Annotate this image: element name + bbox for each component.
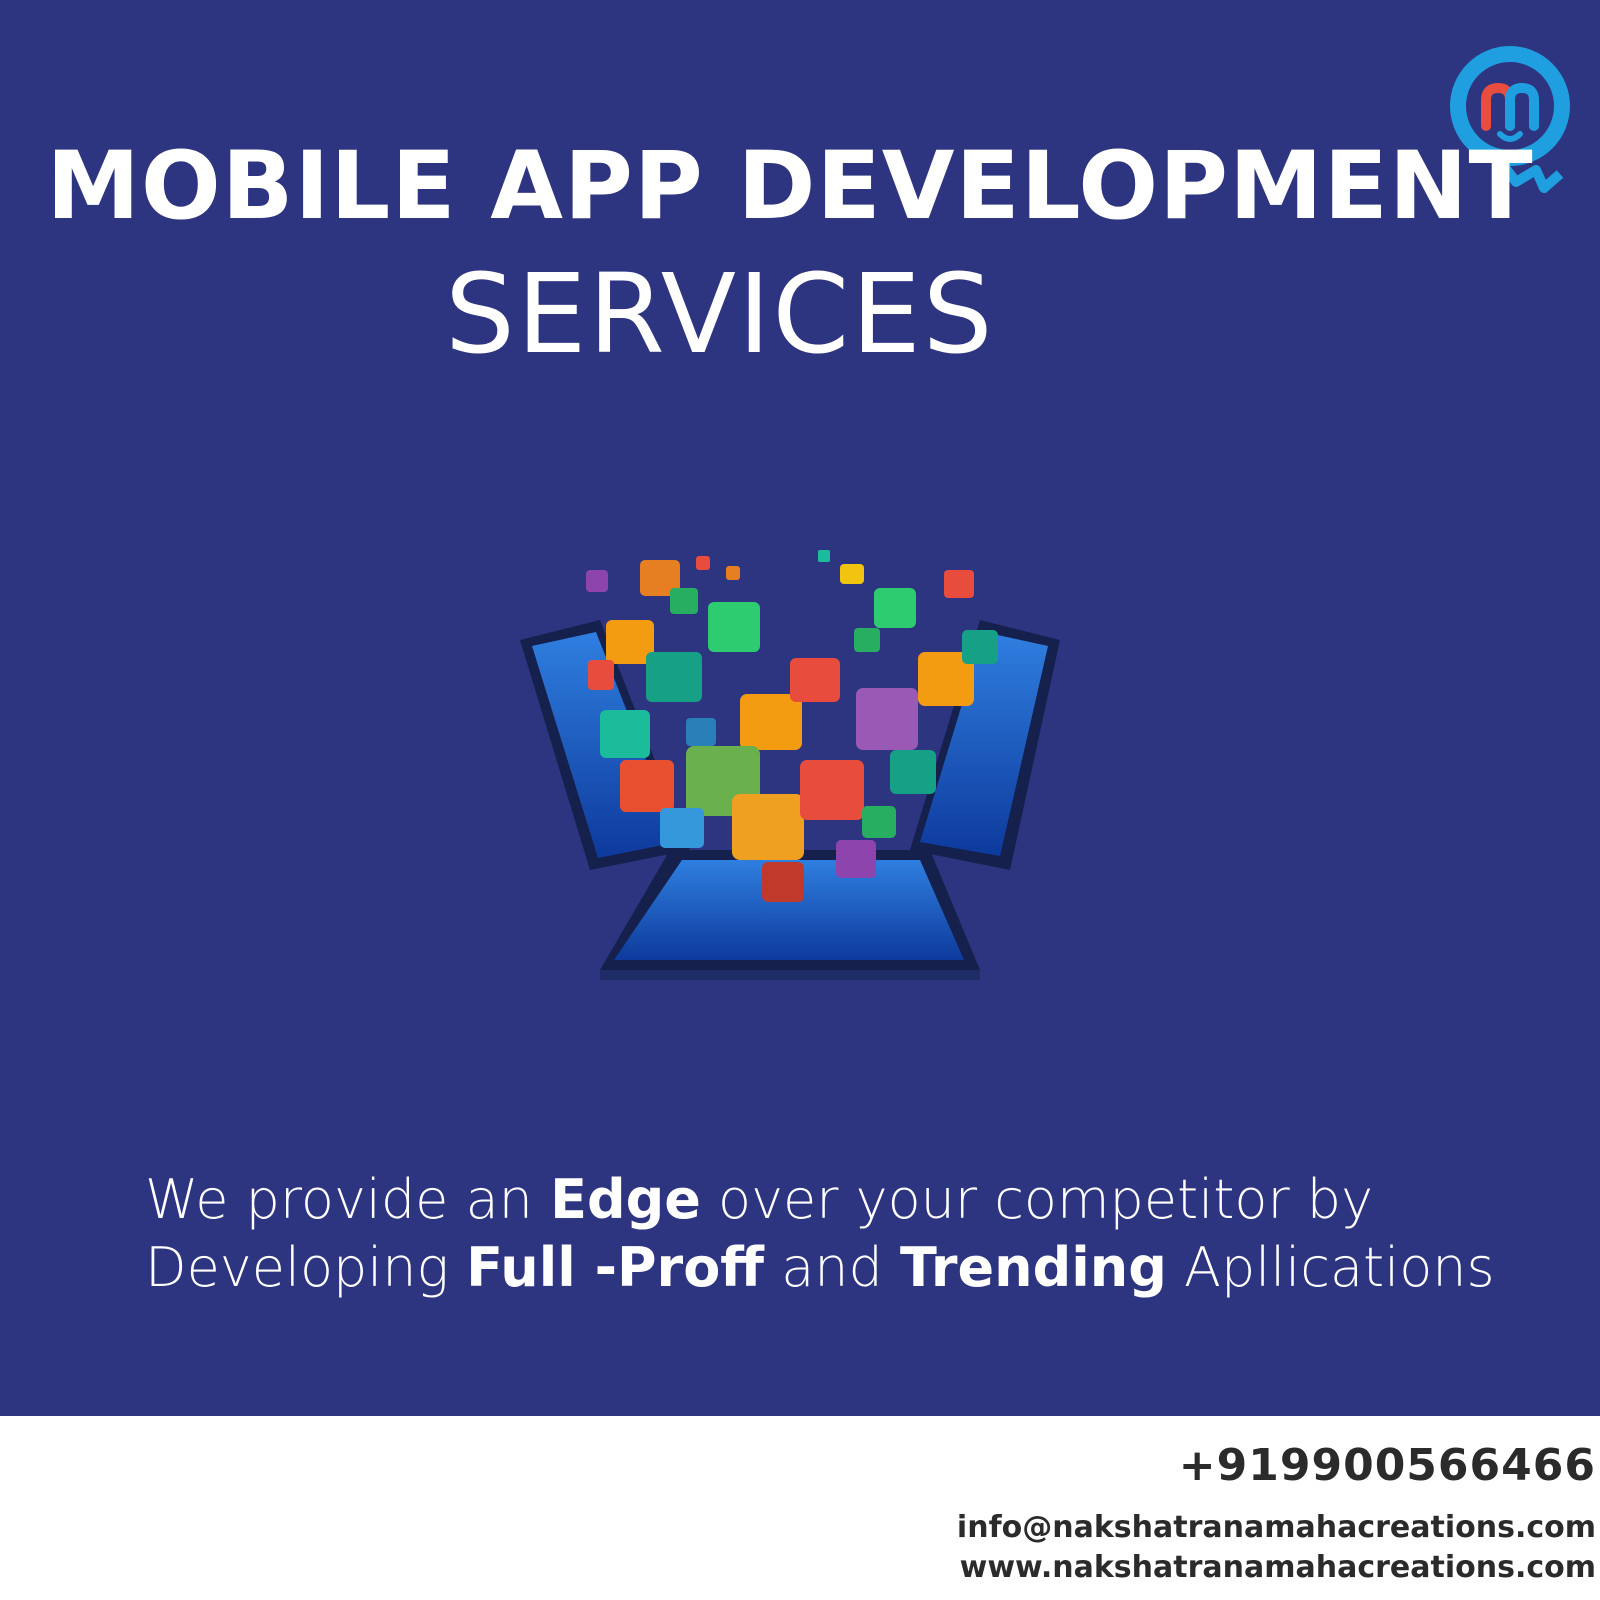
tagline-text: and (764, 1236, 900, 1299)
website-link[interactable]: www.nakshatranamahacreations.com (960, 1550, 1596, 1585)
tagline-text: Developing (145, 1236, 467, 1299)
tagline-line-2: Developing Full -Proff and Trending Apll… (145, 1234, 1545, 1302)
tagline-text: We provide an (145, 1168, 551, 1231)
mobile-apps-illustration-icon (520, 550, 1060, 980)
tagline-bold-full-proff: Full -Proff (466, 1236, 765, 1299)
headline-title: MOBILE APP DEVELOPMENT (46, 132, 1534, 241)
tagline-line-1: We provide an Edge over your competitor … (145, 1166, 1545, 1234)
phone-number[interactable]: +919900566466 (1179, 1440, 1596, 1491)
tagline-text: over your competitor by (700, 1168, 1374, 1231)
contact-footer: +919900566466 info@nakshatranamahacreati… (0, 1416, 1600, 1600)
email-address[interactable]: info@nakshatranamahacreations.com (957, 1510, 1596, 1545)
tagline: We provide an Edge over your competitor … (145, 1166, 1545, 1302)
tagline-bold-trending: Trending (899, 1236, 1167, 1299)
tagline-text: Apllications (1166, 1236, 1495, 1299)
tagline-bold-edge: Edge (550, 1168, 701, 1231)
poster: MOBILE APP DEVELOPMENT SERVICES We provi… (0, 0, 1600, 1600)
headline-subtitle: SERVICES (445, 250, 995, 378)
